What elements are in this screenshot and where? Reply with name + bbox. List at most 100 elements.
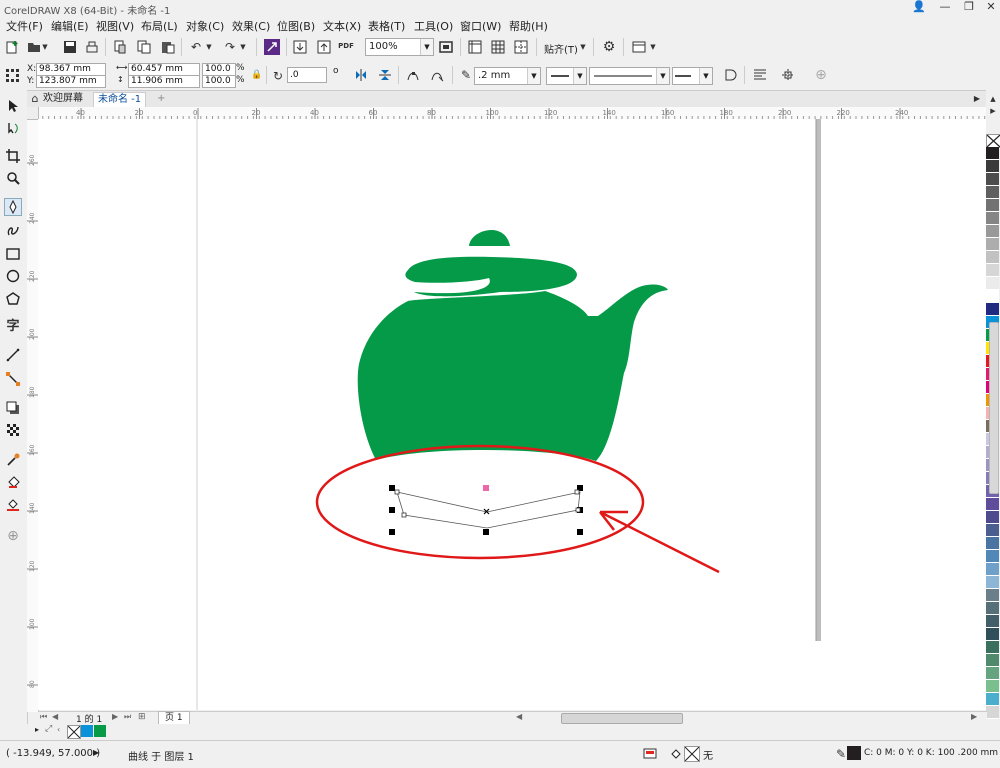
palette-swatch[interactable] [986, 550, 999, 563]
doc-swatch-green[interactable] [94, 725, 106, 737]
reduce-nodes-icon[interactable] [429, 67, 445, 83]
palette-swatch[interactable] [986, 238, 999, 251]
menu-object[interactable]: 对象(C) [186, 18, 224, 34]
new-document-icon[interactable] [4, 39, 20, 55]
palette-swatch[interactable] [986, 173, 999, 186]
palette-swatch[interactable] [986, 602, 999, 615]
color-proof-icon[interactable] [642, 746, 658, 762]
palette-swatch[interactable] [986, 667, 999, 680]
palette-flyout-icon[interactable]: ▶ [987, 106, 999, 116]
menu-view[interactable]: 视图(V) [96, 18, 134, 34]
options-gear-icon[interactable]: ⚙ [601, 39, 617, 55]
redo-dropdown-icon[interactable]: ▼ [238, 39, 248, 55]
tab-welcome-screen[interactable]: 欢迎屏幕 [39, 92, 87, 106]
zoom-level-select[interactable]: 100% ▼ [365, 38, 434, 56]
palette-swatch[interactable] [986, 511, 999, 524]
menu-window[interactable]: 窗口(W) [460, 18, 501, 34]
menu-tools[interactable]: 工具(O) [414, 18, 453, 34]
fill-none-swatch[interactable] [684, 746, 700, 762]
close-curve-icon[interactable] [722, 67, 738, 83]
status-flyout-icon[interactable]: ▶ [93, 748, 99, 757]
palette-swatch[interactable] [986, 290, 999, 303]
palette-swatch[interactable] [986, 199, 999, 212]
palette-swatch[interactable] [986, 303, 999, 316]
next-page-icon[interactable]: ▶ [112, 712, 118, 721]
minimize-button[interactable]: — [934, 0, 956, 14]
lock-ratio-icon[interactable]: 🔒 [249, 67, 265, 83]
palette-swatch[interactable] [986, 524, 999, 537]
ellipse-tool-icon[interactable] [5, 268, 21, 284]
transparency-tool-icon[interactable] [5, 422, 21, 438]
palette-swatch[interactable] [986, 537, 999, 550]
palette-swatch[interactable] [986, 563, 999, 576]
palette-swatch[interactable] [986, 225, 999, 238]
shape-tool-icon[interactable] [5, 120, 21, 136]
document-palette-flyout-icon[interactable]: ▸ [35, 725, 39, 734]
palette-swatch[interactable] [986, 615, 999, 628]
parallel-dimension-icon[interactable] [5, 347, 21, 363]
smart-fill-icon[interactable] [5, 496, 21, 512]
palette-swatch[interactable] [986, 641, 999, 654]
show-rulers-icon[interactable] [467, 39, 483, 55]
show-guidelines-icon[interactable] [513, 39, 529, 55]
scroll-left-icon[interactable]: ◀ [516, 712, 522, 721]
chevron-down-icon[interactable]: ▼ [40, 39, 50, 55]
palette-swatch[interactable] [986, 277, 999, 290]
palette-swatch[interactable] [986, 186, 999, 199]
crop-tool-icon[interactable] [5, 148, 21, 164]
doc-swatch-none[interactable] [67, 725, 81, 739]
rectangle-tool-icon[interactable] [5, 246, 21, 262]
export-icon[interactable] [316, 39, 332, 55]
snap-to-button[interactable]: 贴齐(T) [544, 41, 578, 56]
palette-swatch[interactable] [986, 147, 999, 160]
previous-page-icon[interactable]: ◀ [52, 712, 58, 721]
menu-edit[interactable]: 编辑(E) [51, 18, 89, 34]
palette-swatch[interactable] [986, 212, 999, 225]
show-grid-icon[interactable] [490, 39, 506, 55]
quick-trace-icon[interactable] [780, 67, 796, 83]
menu-bitmaps[interactable]: 位图(B) [277, 18, 315, 34]
new-tab-button[interactable]: + [153, 92, 169, 106]
copy-icon[interactable] [136, 39, 152, 55]
y-position-field[interactable]: 123.807 mm [36, 75, 106, 88]
menu-layout[interactable]: 布局(L) [141, 18, 178, 34]
palette-swatch[interactable] [986, 498, 999, 511]
account-icon[interactable]: 👤 [908, 0, 930, 14]
close-button[interactable]: ✕ [980, 0, 1000, 14]
print-icon[interactable] [84, 39, 100, 55]
search-content-icon[interactable] [264, 39, 280, 55]
customize-toolbox-icon[interactable]: ⊕ [5, 528, 21, 544]
connector-tool-icon[interactable] [5, 371, 21, 387]
height-field[interactable]: 11.906 mm [128, 75, 200, 88]
doc-swatch-blue[interactable] [81, 725, 93, 737]
add-page-icon[interactable]: ⊞ [138, 712, 146, 722]
scale-y-field[interactable]: 100.0 [202, 75, 236, 88]
palette-swatch[interactable] [986, 160, 999, 173]
launcher-dropdown-icon[interactable]: ▼ [648, 39, 658, 55]
artistic-media-icon[interactable] [5, 222, 21, 238]
tab-untitled-1[interactable]: 未命名 -1 [93, 92, 147, 107]
snap-dropdown-icon[interactable]: ▼ [578, 39, 588, 55]
tab-scroll-right-icon[interactable]: ▶ [971, 91, 983, 107]
palette-swatch[interactable] [986, 251, 999, 264]
palette-swatch[interactable] [986, 706, 999, 719]
line-style-select[interactable]: ▼ [589, 67, 670, 85]
undo-icon[interactable]: ↶ [188, 39, 204, 55]
palette-swatch[interactable] [986, 680, 999, 693]
menu-text[interactable]: 文本(X) [323, 18, 361, 34]
add-property-icon[interactable]: ⊕ [813, 67, 829, 83]
rotation-angle-field[interactable]: .0 [287, 67, 327, 83]
eyedropper-tool-icon[interactable] [5, 452, 21, 468]
start-arrowhead-select[interactable]: ▼ [546, 67, 587, 85]
first-page-icon[interactable]: ⏮ [40, 712, 47, 722]
wrap-text-icon[interactable] [752, 67, 768, 83]
mirror-vertical-icon[interactable] [377, 67, 393, 83]
restore-button[interactable]: ❐ [958, 0, 980, 14]
menu-table[interactable]: 表格(T) [368, 18, 405, 34]
menu-help[interactable]: 帮助(H) [509, 18, 548, 34]
mirror-horizontal-icon[interactable] [353, 67, 369, 83]
menu-effects[interactable]: 效果(C) [232, 18, 270, 34]
palette-swatch[interactable] [986, 654, 999, 667]
palette-scroll-left-icon[interactable]: ‹ [57, 725, 60, 734]
application-launcher-icon[interactable] [631, 39, 647, 55]
